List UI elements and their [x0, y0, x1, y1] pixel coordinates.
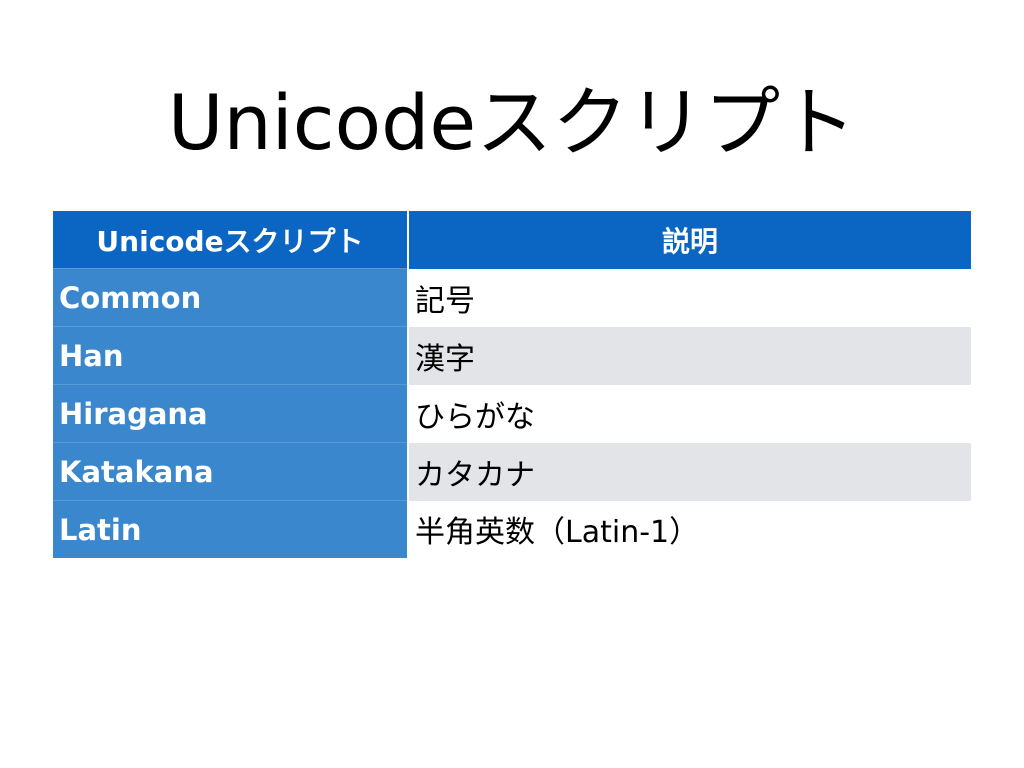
- table-row: Han 漢字: [53, 326, 971, 385]
- header-script: Unicodeスクリプト: [53, 211, 409, 269]
- slide-title: Unicodeスクリプト: [167, 78, 857, 167]
- table-row: Common 記号: [53, 268, 971, 327]
- script-name-cell: Han: [53, 326, 409, 385]
- script-description-cell: 記号: [408, 268, 971, 327]
- table-row: Latin 半角英数（Latin-1）: [53, 500, 971, 558]
- script-description-cell: ひらがな: [408, 384, 971, 443]
- script-description-cell: 漢字: [408, 326, 971, 385]
- table-header-row: Unicodeスクリプト 説明: [53, 211, 971, 269]
- unicode-script-table: Unicodeスクリプト 説明 Common 記号 Han 漢字 Hiragan…: [53, 211, 971, 558]
- script-name-cell: Common: [53, 268, 409, 327]
- script-description-cell: 半角英数（Latin-1）: [408, 500, 971, 558]
- table-row: Hiragana ひらがな: [53, 384, 971, 443]
- script-name-cell: Hiragana: [53, 384, 409, 443]
- script-description-cell: カタカナ: [408, 442, 971, 501]
- header-description: 説明: [408, 211, 971, 269]
- script-name-cell: Katakana: [53, 442, 409, 501]
- table-row: Katakana カタカナ: [53, 442, 971, 501]
- script-name-cell: Latin: [53, 500, 409, 558]
